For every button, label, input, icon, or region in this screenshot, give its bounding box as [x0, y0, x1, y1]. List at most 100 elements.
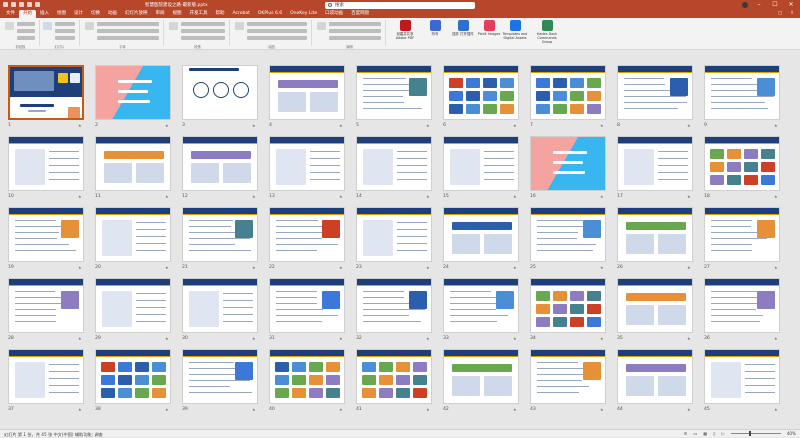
- redo-icon[interactable]: [27, 2, 32, 7]
- tab-12[interactable]: Acrobat: [229, 10, 254, 18]
- ribbon-button-3[interactable]: [169, 22, 178, 30]
- autosave-icon[interactable]: [3, 2, 8, 7]
- slide-thumbnail[interactable]: [269, 65, 345, 120]
- slide-thumbnail[interactable]: [269, 207, 345, 262]
- slide-thumbnail[interactable]: [704, 207, 780, 262]
- ribbon-button-4[interactable]: [235, 22, 244, 30]
- slide-thumbnail[interactable]: [443, 349, 519, 404]
- ribbon-control[interactable]: [97, 36, 159, 40]
- ribbon-button-5[interactable]: [317, 22, 326, 30]
- normal-view-icon[interactable]: ▭: [693, 431, 697, 436]
- slide-thumbnail[interactable]: [530, 207, 606, 262]
- slide-thumbnail[interactable]: [356, 65, 432, 120]
- slide-thumbnail[interactable]: [530, 65, 606, 120]
- addin-button-4[interactable]: Templates and Digital Assets: [502, 20, 528, 48]
- ribbon-control[interactable]: [247, 36, 307, 40]
- slide-thumbnail[interactable]: [704, 278, 780, 333]
- slide-thumbnail[interactable]: [443, 65, 519, 120]
- minimize-icon[interactable]: –: [754, 0, 764, 10]
- slide-thumbnail[interactable]: [182, 278, 258, 333]
- slide-thumbnail[interactable]: [704, 136, 780, 191]
- slide-thumbnail[interactable]: [95, 207, 171, 262]
- slide-thumbnail[interactable]: [8, 349, 84, 404]
- slide-thumbnail[interactable]: [704, 65, 780, 120]
- ribbon-button-0[interactable]: [5, 22, 14, 30]
- tab-4[interactable]: 设计: [70, 10, 87, 18]
- tab-16[interactable]: 百度网盘: [347, 10, 373, 18]
- ribbon-control[interactable]: [55, 29, 75, 33]
- slide-thumbnail[interactable]: [443, 136, 519, 191]
- ribbon-control[interactable]: [97, 29, 159, 33]
- tab-10[interactable]: 开发工具: [186, 10, 212, 18]
- present-icon[interactable]: [35, 2, 40, 7]
- ribbon-control[interactable]: [55, 36, 75, 40]
- zoom-level[interactable]: 40%: [787, 431, 796, 436]
- slide-thumbnail[interactable]: [182, 136, 258, 191]
- maximize-icon[interactable]: ☐: [770, 0, 780, 10]
- notes-icon[interactable]: ≡: [684, 431, 688, 436]
- avatar[interactable]: [742, 2, 748, 8]
- sorter-view-icon[interactable]: ▦: [703, 431, 707, 436]
- slide-thumbnail[interactable]: [269, 278, 345, 333]
- slide-thumbnail[interactable]: [269, 136, 345, 191]
- tab-2[interactable]: 插入: [36, 10, 53, 18]
- ribbon-control[interactable]: [55, 22, 75, 26]
- addin-button-3[interactable]: Pickit Images: [476, 20, 502, 48]
- share-icon[interactable]: ⇪: [790, 10, 794, 18]
- ribbon-control[interactable]: [329, 22, 381, 26]
- slide-thumbnail[interactable]: [617, 65, 693, 120]
- slide-thumbnail[interactable]: [617, 278, 693, 333]
- slide-thumbnail[interactable]: [8, 207, 84, 262]
- ribbon-control[interactable]: [181, 29, 225, 33]
- slide-thumbnail[interactable]: [356, 136, 432, 191]
- ribbon-button-2[interactable]: [85, 22, 94, 30]
- slide-thumbnail[interactable]: [182, 349, 258, 404]
- ribbon-control[interactable]: [329, 29, 381, 33]
- slide-thumbnail[interactable]: [443, 207, 519, 262]
- slide-thumbnail[interactable]: [182, 207, 258, 262]
- slideshow-icon[interactable]: ▷: [721, 431, 724, 436]
- slide-thumbnail[interactable]: [530, 136, 606, 191]
- reading-view-icon[interactable]: ▯: [713, 431, 715, 436]
- tab-11[interactable]: 帮助: [212, 10, 229, 18]
- undo-icon[interactable]: [19, 2, 24, 7]
- ribbon-control[interactable]: [97, 22, 159, 26]
- slide-thumbnail[interactable]: [95, 349, 171, 404]
- slide-thumbnail[interactable]: [704, 349, 780, 404]
- addin-button-5[interactable]: Hades Dock Commands Group: [534, 20, 560, 48]
- slide-thumbnail[interactable]: [530, 278, 606, 333]
- slide-thumbnail[interactable]: [617, 136, 693, 191]
- slide-thumbnail[interactable]: [182, 65, 258, 120]
- zoom-slider[interactable]: [730, 431, 781, 436]
- tab-7[interactable]: 幻灯片放映: [121, 10, 152, 18]
- slide-thumbnail[interactable]: [95, 136, 171, 191]
- slide-thumbnail[interactable]: [617, 207, 693, 262]
- slide-thumbnail[interactable]: [443, 278, 519, 333]
- close-icon[interactable]: ✕: [786, 0, 796, 10]
- ribbon-control[interactable]: [17, 36, 35, 40]
- ribbon-control[interactable]: [329, 36, 381, 40]
- addin-button-2[interactable]: 插件 打开插件: [450, 20, 476, 48]
- slide-thumbnail[interactable]: [95, 278, 171, 333]
- tab-0[interactable]: 文件: [2, 10, 19, 18]
- ribbon-control[interactable]: [17, 22, 35, 26]
- tab-9[interactable]: 视图: [169, 10, 186, 18]
- slide-thumbnail[interactable]: [356, 349, 432, 404]
- addin-button-1[interactable]: 听写: [422, 20, 448, 48]
- slide-thumbnail[interactable]: [8, 278, 84, 333]
- addin-button-0[interactable]: 创建并共享 Adobe PDF: [392, 20, 418, 48]
- tab-3[interactable]: 绘图: [53, 10, 70, 18]
- comments-icon[interactable]: ▢: [778, 10, 782, 18]
- tab-8[interactable]: 审阅: [152, 10, 169, 18]
- slide-thumbnail[interactable]: [269, 349, 345, 404]
- ribbon-control[interactable]: [17, 29, 35, 33]
- tab-14[interactable]: OneKey Lite: [286, 10, 321, 18]
- slide-thumbnail[interactable]: [356, 278, 432, 333]
- slide-thumbnail[interactable]: [8, 136, 84, 191]
- tab-5[interactable]: 切换: [87, 10, 104, 18]
- slide-thumbnail[interactable]: [617, 349, 693, 404]
- tab-13[interactable]: OKPlus 6.6: [254, 10, 286, 18]
- tab-6[interactable]: 动画: [104, 10, 121, 18]
- save-icon[interactable]: [11, 2, 16, 7]
- ribbon-control[interactable]: [181, 22, 225, 26]
